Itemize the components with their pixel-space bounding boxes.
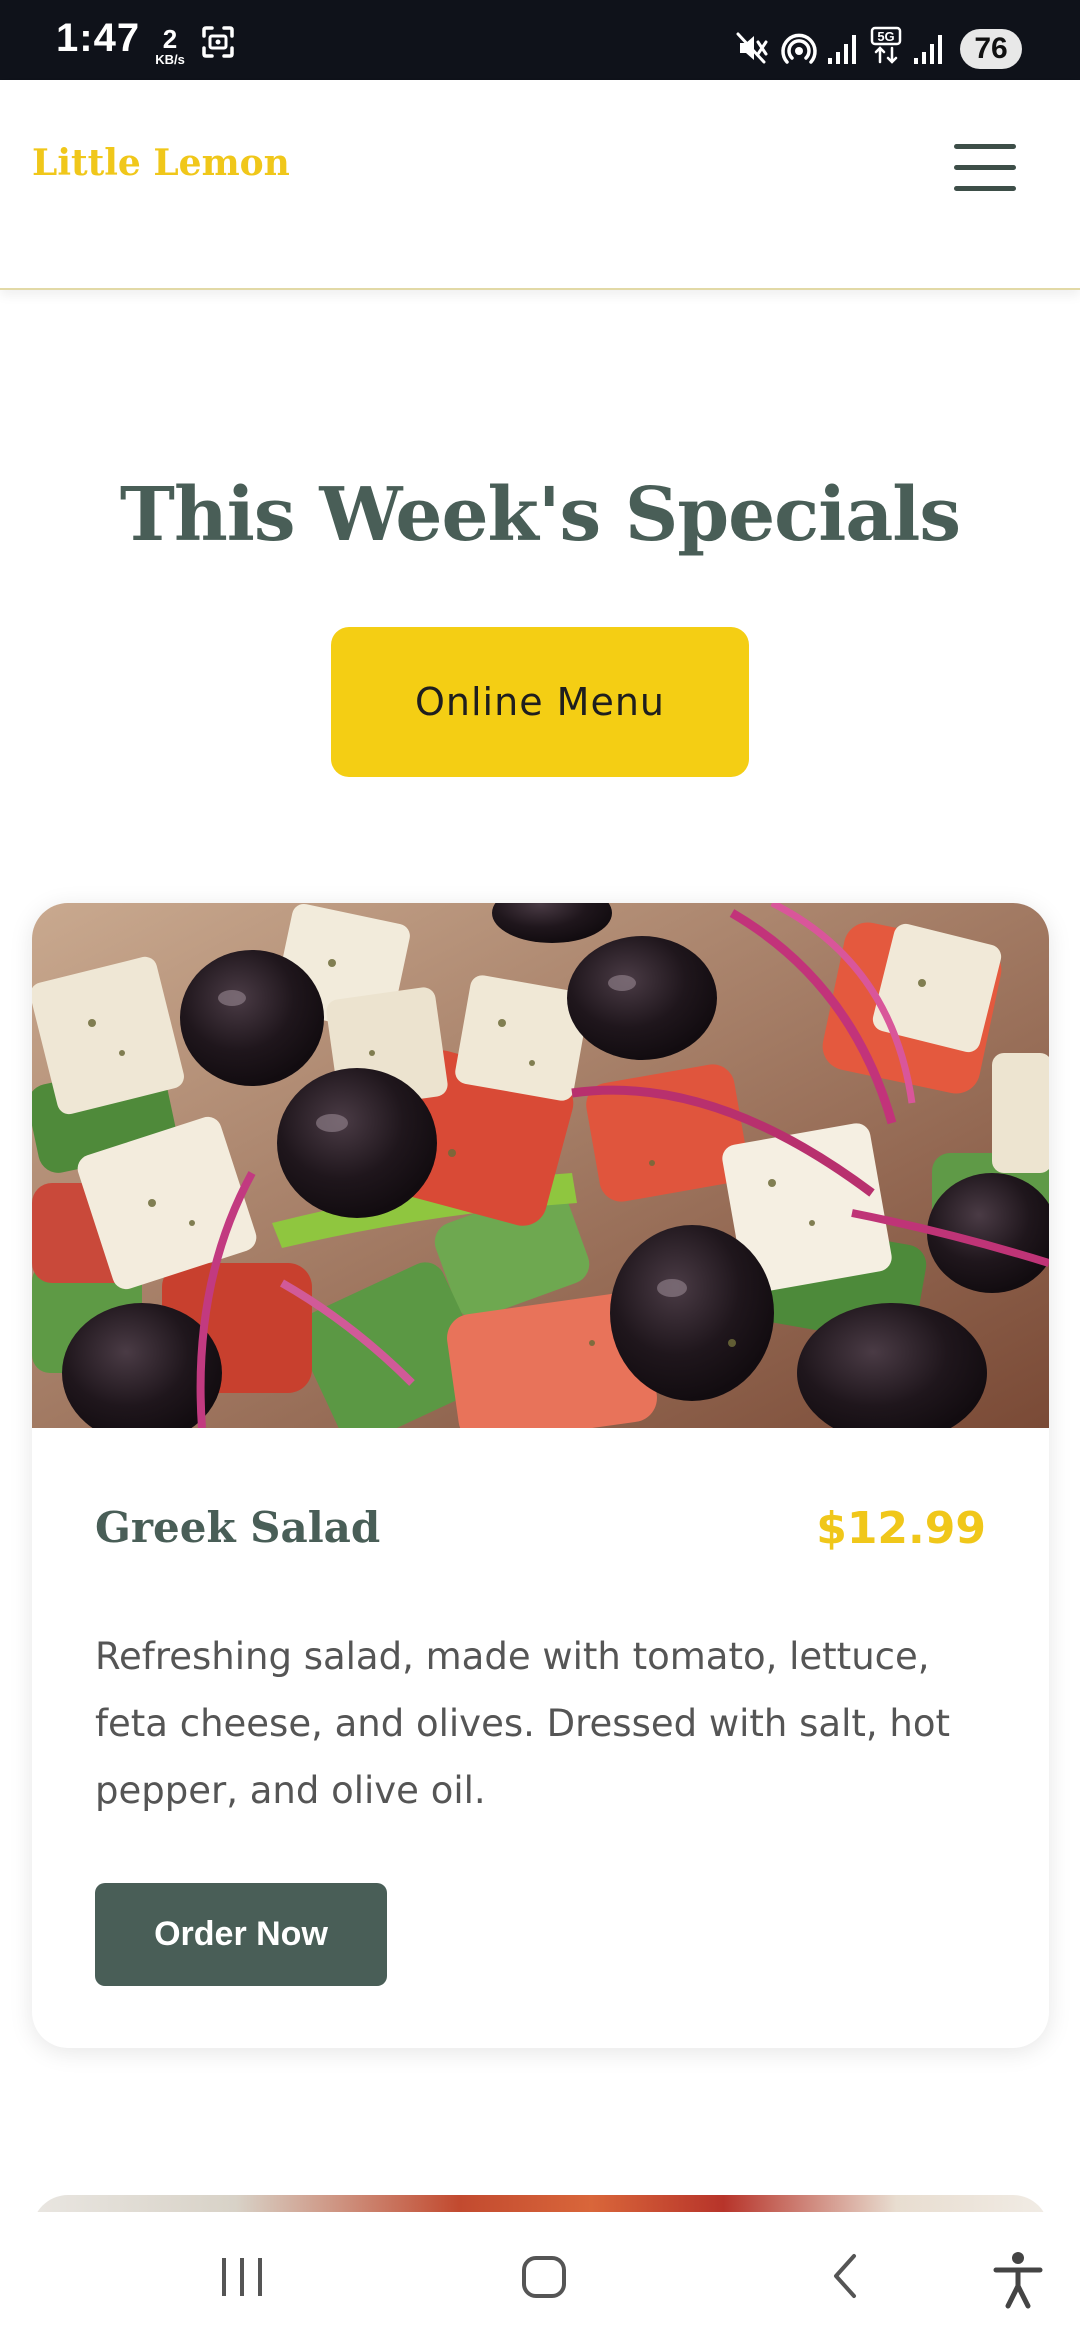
- mute-icon: [736, 32, 768, 64]
- hamburger-menu-icon[interactable]: [950, 138, 1020, 198]
- specials-title: This Week's Specials: [119, 472, 961, 558]
- accessibility-icon[interactable]: [958, 2212, 1078, 2340]
- signal-icon: [828, 35, 856, 64]
- screenshot-icon: [202, 26, 234, 58]
- back-icon[interactable]: [786, 2212, 906, 2340]
- system-navigation-bar: [0, 2212, 1080, 2340]
- signal-icon: [914, 35, 942, 64]
- dish-price: $12.99: [816, 1503, 986, 1554]
- battery-indicator: 76: [960, 29, 1022, 69]
- greek-salad-image: [32, 903, 1049, 1428]
- home-icon[interactable]: [484, 2212, 604, 2340]
- network-speed-value: 2: [162, 24, 178, 54]
- network-speed: 2 KB/s: [150, 26, 190, 66]
- online-menu-button[interactable]: Online Menu: [331, 627, 749, 777]
- order-now-button[interactable]: Order Now: [95, 1883, 387, 1986]
- special-card: Greek Salad $12.99 Refreshing salad, mad…: [32, 903, 1049, 2048]
- site-header: Little Lemon: [0, 80, 1080, 290]
- recent-apps-icon[interactable]: [182, 2212, 302, 2340]
- svg-text:5G: 5G: [877, 29, 894, 44]
- status-time: 1:47: [56, 16, 141, 60]
- hotspot-icon: [781, 33, 817, 64]
- network-speed-unit: KB/s: [155, 52, 185, 67]
- dish-description: Refreshing salad, made with tomato, lett…: [95, 1635, 950, 1812]
- 5g-icon: 5G: [870, 26, 902, 64]
- dish-name: Greek Salad: [95, 1503, 381, 1552]
- brand-logo[interactable]: Little Lemon: [32, 142, 290, 184]
- status-bar: 1:47 2 KB/s 5G 76: [0, 0, 1080, 80]
